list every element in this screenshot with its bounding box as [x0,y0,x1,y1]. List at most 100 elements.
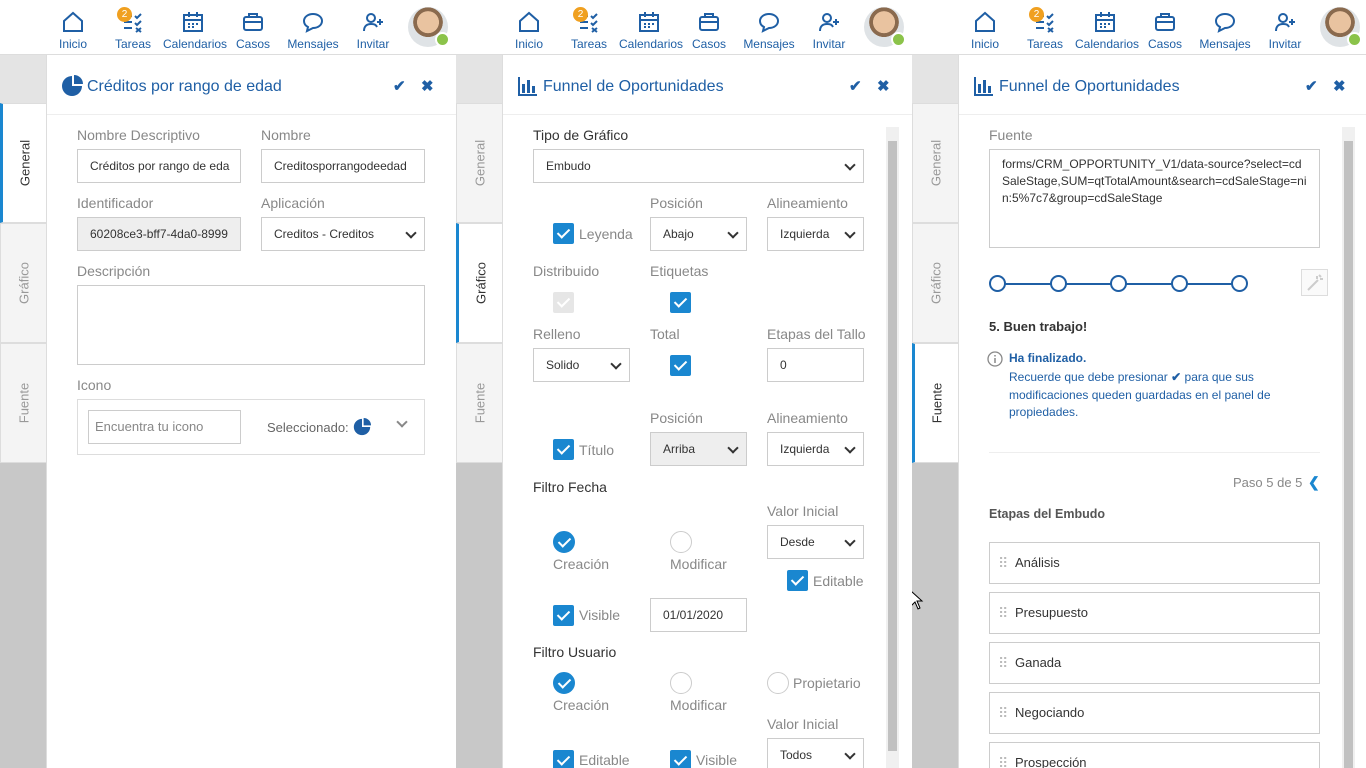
scrollbar[interactable] [886,127,899,768]
nav-inicio[interactable]: Inicio [955,8,1015,51]
step-5[interactable] [1231,275,1248,292]
help-text-part: Recuerde que debe presionar [1009,370,1168,384]
panel-title: Funnel de Oportunidades [543,78,724,95]
fecha-visible-checkbox[interactable] [553,605,574,626]
etiquetas-checkbox[interactable] [670,292,691,313]
confirm-icon[interactable]: ✔ [849,77,862,95]
nav-calendarios[interactable]: Calendarios [163,8,227,51]
stage-item[interactable]: Prospección [989,742,1320,768]
properties-panel: Créditos por rango de edad ✔ ✖ Nombre De… [46,55,456,768]
tab-fuente[interactable]: Fuente [912,343,958,463]
scrollbar-thumb[interactable] [1344,141,1353,768]
pie-chart-icon [62,75,83,96]
scrollbar[interactable] [1342,127,1355,768]
nav-inicio[interactable]: Inicio [43,8,103,51]
fecha-creacion-radio[interactable] [553,531,575,553]
step-4[interactable] [1171,275,1188,292]
usuario-visible-checkbox[interactable] [670,750,691,768]
titulo-posicion-select[interactable]: Arriba [650,432,747,466]
nav-tareas[interactable]: 2 Tareas [559,7,619,51]
chevron-down-icon[interactable] [396,416,408,428]
titulo-alineamiento-select[interactable]: Izquierda [767,432,864,466]
nav-mensajes[interactable]: Mensajes [739,8,799,51]
nav-tareas[interactable]: 2 Tareas [103,7,163,51]
alineamiento-label: Alineamiento [767,195,848,211]
confirm-icon[interactable]: ✔ [1305,77,1318,95]
descripcion-textarea[interactable] [77,285,425,365]
confirm-icon[interactable]: ✔ [393,77,406,95]
total-checkbox[interactable] [670,355,691,376]
nav-invitar[interactable]: Invitar [799,8,859,51]
nav-mensajes[interactable]: Mensajes [283,8,343,51]
pane-3: Inicio 2 Tareas Calendarios Casos Mensaje… [912,0,1366,768]
avatar[interactable] [408,7,450,47]
scrollbar-thumb[interactable] [888,141,897,751]
aplicacion-select[interactable]: Creditos - Creditos [261,217,425,251]
nombre-descriptivo-input[interactable]: Créditos por rango de eda [77,149,241,183]
nav-label: Casos [691,37,726,51]
avatar[interactable] [864,7,906,47]
tipo-grafico-select[interactable]: Embudo [533,149,864,183]
usuario-editable-checkbox[interactable] [553,750,574,768]
tab-general[interactable]: General [456,103,502,223]
chevron-left-icon[interactable]: ❮ [1308,474,1320,491]
nav-calendarios[interactable]: Calendarios [1075,8,1139,51]
fecha-input[interactable]: 01/01/2020 [650,598,747,632]
stage-item[interactable]: Análisis [989,542,1320,584]
step-3[interactable] [1110,275,1127,292]
usuario-modificar-radio[interactable] [670,672,692,694]
stage-item[interactable]: Presupuesto [989,592,1320,634]
etapas-tallo-input[interactable]: 0 [767,348,864,382]
step-1[interactable] [989,275,1006,292]
bar-chart-icon [518,77,537,96]
stage-item[interactable]: Ganada [989,642,1320,684]
nav-mensajes[interactable]: Mensajes [1195,8,1255,51]
avatar[interactable] [1320,7,1362,47]
nav-casos[interactable]: Casos [679,8,739,51]
tab-grafico[interactable]: Gráfico [456,223,502,343]
nav-casos[interactable]: Casos [223,8,283,51]
fuente-textarea[interactable]: forms/CRM_OPPORTUNITY_V1/data-source?sel… [989,149,1320,248]
tab-grafico[interactable]: Gráfico [0,223,46,343]
valor-inicial-label: Valor Inicial [767,716,839,732]
usuario-valor-inicial-select[interactable]: Todos [767,738,864,768]
distribuido-checkbox[interactable] [553,292,574,313]
tab-fuente[interactable]: Fuente [456,343,502,463]
titulo-checkbox[interactable] [553,439,574,460]
nav-calendarios[interactable]: Calendarios [619,8,683,51]
fecha-valor-inicial-select[interactable]: Desde [767,525,864,559]
valor-inicial-label: Valor Inicial [767,503,839,519]
fecha-editable-checkbox[interactable] [787,570,808,591]
pie-chart-icon [353,418,371,436]
tab-general[interactable]: General [912,103,958,223]
nombre-input[interactable]: Creditosporrangodeedad [261,149,425,183]
nav-label: Tareas [570,37,608,51]
leyenda-alineamiento-select[interactable]: Izquierda [767,217,864,251]
nav-tareas[interactable]: 2 Tareas [1015,7,1075,51]
tab-grafico[interactable]: Gráfico [912,223,958,343]
nav-invitar[interactable]: Invitar [1255,8,1315,51]
usuario-propietario-radio[interactable] [767,672,789,694]
leyenda-posicion-select[interactable]: Abajo [650,217,747,251]
close-icon[interactable]: ✖ [877,77,890,95]
usuario-creacion-radio[interactable] [553,672,575,694]
leyenda-checkbox[interactable] [553,223,574,244]
tab-general[interactable]: General [0,103,46,223]
icon-search-input[interactable]: Encuentra tu icono [88,410,241,444]
nav-inicio[interactable]: Inicio [499,8,559,51]
nav-label: Mensajes [743,37,795,51]
step-2[interactable] [1050,275,1067,292]
close-icon[interactable]: ✖ [1333,77,1346,95]
stage-item[interactable]: Negociando [989,692,1320,734]
relleno-select[interactable]: Solido [533,348,630,382]
close-icon[interactable]: ✖ [421,77,434,95]
nav-invitar[interactable]: Invitar [343,8,403,51]
nav-label: Invitar [812,37,846,51]
panel-title: Créditos por rango de edad [87,78,282,95]
tab-fuente[interactable]: Fuente [0,343,46,463]
fecha-modificar-radio[interactable] [670,531,692,553]
magic-wand-button[interactable] [1301,269,1328,296]
nav-casos[interactable]: Casos [1135,8,1195,51]
field-label: Nombre Descriptivo [77,127,200,143]
etapas-tallo-label: Etapas del Tallo [767,326,866,342]
